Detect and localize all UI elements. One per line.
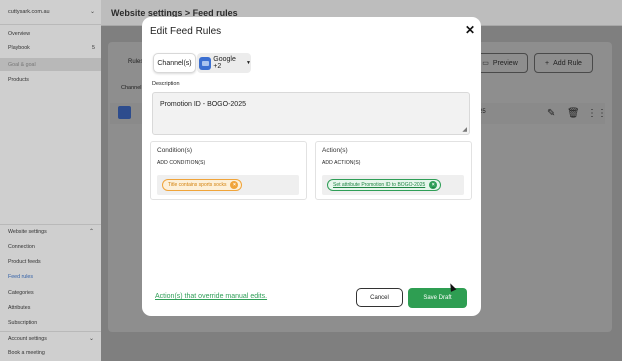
add-condition-button[interactable]: ADD CONDITION(S) bbox=[157, 160, 205, 166]
caret-down-icon: ▼ bbox=[246, 60, 251, 66]
actions-heading: Action(s) bbox=[322, 147, 348, 154]
channel-select-value: Google +2 bbox=[213, 56, 236, 70]
sidebar-item-products[interactable]: Products bbox=[8, 77, 29, 83]
drag-handle-icon[interactable]: ⋮⋮ bbox=[587, 108, 607, 119]
column-header-channel: Channel bbox=[121, 85, 142, 91]
edit-feed-rules-modal: Edit Feed Rules ✕ Channel(s) Google +2 ▼… bbox=[142, 17, 481, 316]
override-edits-link[interactable]: Action(s) that override manual edits. bbox=[155, 293, 267, 300]
tab-channels[interactable]: Channel(s) bbox=[153, 53, 196, 73]
sidebar-section-website-settings[interactable]: Website settings bbox=[8, 229, 47, 235]
remove-condition-icon[interactable]: × bbox=[230, 181, 239, 189]
divider bbox=[0, 224, 101, 225]
divider bbox=[0, 24, 101, 25]
google-channel-icon bbox=[118, 106, 131, 119]
remove-action-icon[interactable]: × bbox=[429, 181, 438, 189]
store-name[interactable]: cuttysark.com.au bbox=[8, 9, 50, 15]
actions-panel: Action(s) ADD ACTION(S) Set attribute Pr… bbox=[315, 141, 472, 200]
action-chip[interactable]: Set attribute Promotion ID to BOGO-2025 … bbox=[327, 179, 442, 191]
condition-chip-label: Title contains sports socks bbox=[168, 182, 227, 188]
sidebar-item-categories[interactable]: Categories bbox=[8, 290, 34, 296]
conditions-heading: Condition(s) bbox=[157, 147, 193, 154]
description-value: Promotion ID - BOGO-2025 bbox=[160, 101, 246, 108]
close-icon[interactable]: ✕ bbox=[465, 24, 475, 36]
modal-title: Edit Feed Rules bbox=[150, 26, 222, 37]
preview-button-label: Preview bbox=[492, 59, 518, 67]
playbook-count-badge: 5 bbox=[92, 45, 95, 51]
chevron-up-icon[interactable]: ⌃ bbox=[89, 228, 94, 235]
sidebar-item-overview[interactable]: Overview bbox=[8, 31, 30, 37]
trash-icon[interactable]: 🗑 bbox=[567, 108, 580, 119]
google-channel-icon bbox=[199, 56, 212, 70]
edit-icon[interactable]: ✎ bbox=[547, 108, 555, 119]
conditions-panel: Condition(s) ADD CONDITION(S) Title cont… bbox=[150, 141, 307, 200]
divider bbox=[0, 331, 101, 332]
sidebar-item-feed-rules[interactable]: Feed rules bbox=[8, 274, 33, 280]
chevron-down-icon[interactable]: ⌄ bbox=[89, 335, 94, 342]
sidebar-item-attributes[interactable]: Attributes bbox=[8, 305, 30, 311]
sidebar-item-subscription[interactable]: Subscription bbox=[8, 320, 37, 326]
sidebar-item-book-meeting[interactable]: Book a meeting bbox=[8, 350, 45, 356]
sidebar-item-goal[interactable]: Goal & goal bbox=[8, 62, 36, 68]
resize-grip-icon[interactable]: ◢ bbox=[462, 126, 467, 133]
plus-icon: + bbox=[545, 59, 550, 67]
add-action-button[interactable]: ADD ACTION(S) bbox=[322, 160, 361, 166]
chevron-down-icon[interactable]: ⌄ bbox=[90, 8, 95, 15]
document-icon: ▭ bbox=[482, 60, 489, 67]
conditions-chip-area: Title contains sports socks × bbox=[157, 175, 299, 195]
condition-chip[interactable]: Title contains sports socks × bbox=[162, 179, 243, 191]
sidebar-section-account-settings[interactable]: Account settings bbox=[8, 336, 47, 342]
description-textarea[interactable]: Promotion ID - BOGO-2025 ◢ bbox=[152, 92, 470, 135]
sidebar-item-product-feeds[interactable]: Product feeds bbox=[8, 259, 41, 265]
description-label: Description bbox=[152, 81, 180, 87]
actions-chip-area: Set attribute Promotion ID to BOGO-2025 … bbox=[322, 175, 464, 195]
cancel-button[interactable]: Cancel bbox=[356, 288, 403, 307]
action-chip-label: Set attribute Promotion ID to BOGO-2025 bbox=[333, 182, 426, 188]
channel-select[interactable]: Google +2 ▼ bbox=[197, 53, 251, 73]
add-rule-button[interactable]: + Add Rule bbox=[534, 53, 593, 73]
sidebar-item-playbook[interactable]: Playbook bbox=[8, 45, 30, 51]
sidebar: cuttysark.com.au ⌄ Overview Playbook 5 G… bbox=[0, 0, 101, 361]
sidebar-item-connection[interactable]: Connection bbox=[8, 244, 35, 250]
save-draft-button[interactable]: Save Draft bbox=[408, 288, 467, 308]
add-rule-button-label: Add Rule bbox=[553, 59, 582, 67]
